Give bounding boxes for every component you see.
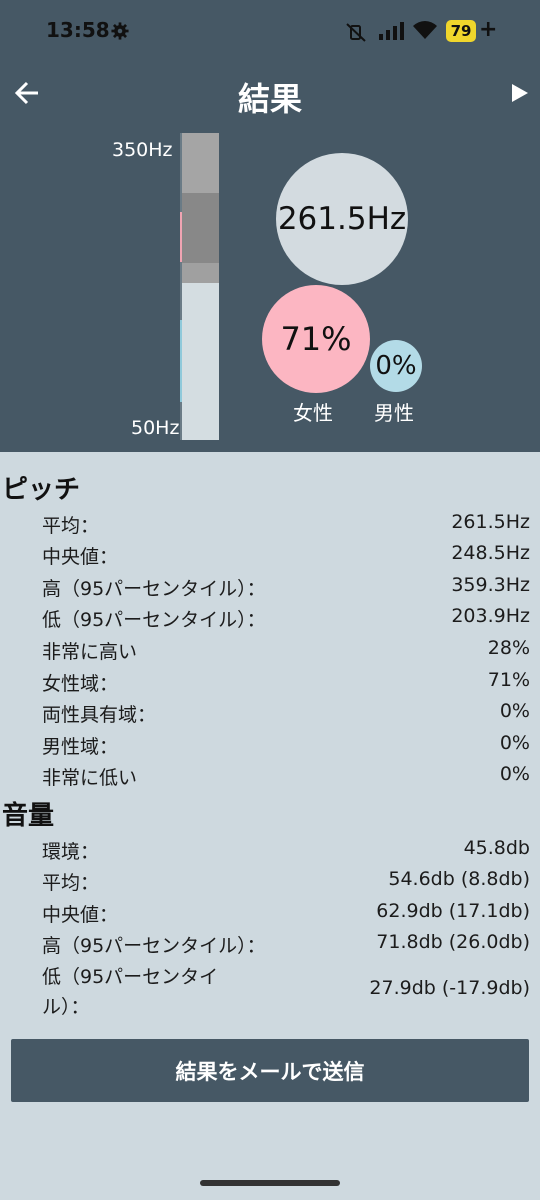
male-range-marker [180,320,182,402]
vibrate-mute-icon [346,23,366,42]
female-label: 女性 [293,401,333,425]
page-title: 結果 [237,80,302,118]
pitch-section-title: ピッチ [2,475,81,505]
battery-indicator: 79 [446,20,476,42]
female-range-marker [180,212,182,262]
female-percent-circle: 71% [262,285,370,393]
pitch-range-core-segment [180,193,219,263]
status-bar: 13:58 79 + [0,0,540,62]
play-icon[interactable] [511,83,529,103]
pitch-range-lower-segment [180,263,219,283]
volume-row: 低（95パーセンタイ ル）： 27.9db (-17.9db) [42,966,530,1018]
pitch-min-label: 50Hz [131,417,180,439]
male-percent-circle: 0% [370,340,422,392]
average-pitch-circle: 261.5Hz [276,153,408,285]
wifi-icon [413,21,437,39]
status-time: 13:58 [46,18,110,42]
gear-icon [111,22,129,40]
pitch-range-upper-segment [180,133,219,193]
send-email-button[interactable]: 結果をメールで送信 [11,1039,529,1102]
pitch-max-label: 350Hz [112,139,173,161]
male-label: 男性 [374,401,414,425]
volume-section-title: 音量 [2,801,55,831]
signal-icon [379,22,404,40]
header-panel [0,0,540,452]
charging-icon: + [479,17,498,42]
home-indicator[interactable] [200,1180,340,1186]
pitch-range-bar [180,133,219,440]
